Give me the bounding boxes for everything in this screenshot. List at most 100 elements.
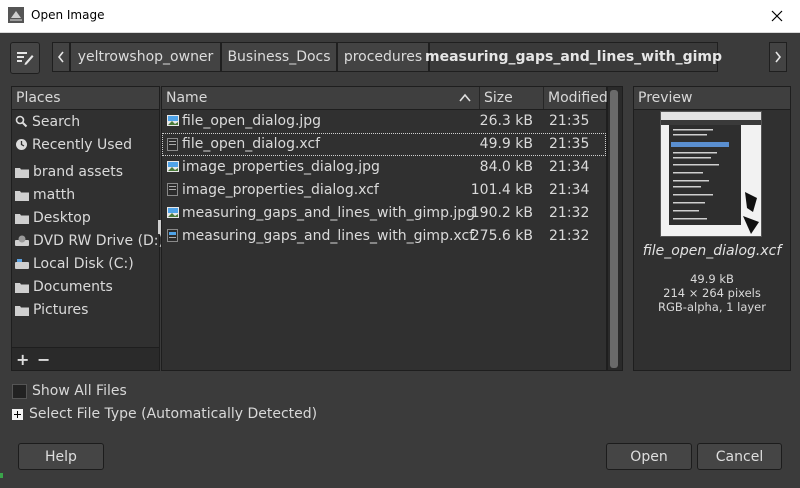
preview-dimensions: 214 × 264 pixels xyxy=(663,286,761,300)
file-modified: 21:32 xyxy=(549,205,590,221)
file-modified: 21:32 xyxy=(549,228,590,244)
place-local-disk[interactable]: Local Disk (C:) xyxy=(12,252,159,275)
file-row[interactable]: measuring_gaps_and_lines_with_gimp.jpg 1… xyxy=(162,202,606,225)
place-search[interactable]: Search xyxy=(12,110,159,133)
places-header-label: Places xyxy=(16,90,61,106)
preview-thumbnail-image xyxy=(661,112,761,236)
path-crumb-business-docs[interactable]: Business_Docs xyxy=(221,42,337,72)
file-modified: 21:35 xyxy=(549,136,590,152)
select-file-type-expander[interactable]: Select File Type (Automatically Detected… xyxy=(12,406,317,422)
file-size: 190.2 kB xyxy=(470,205,533,221)
path-crumb-label: procedures xyxy=(343,49,423,65)
expand-plus-icon[interactable] xyxy=(12,408,23,420)
file-name: measuring_gaps_and_lines_with_gimp.jpg xyxy=(182,205,476,221)
place-recently-used[interactable]: Recently Used xyxy=(12,133,159,156)
folder-icon xyxy=(15,190,29,201)
place-label: Local Disk (C:) xyxy=(33,255,134,272)
place-matth[interactable]: matth xyxy=(12,183,159,206)
place-brand-assets[interactable]: brand assets xyxy=(12,160,159,183)
hard-disk-icon xyxy=(15,258,29,269)
window-title: Open Image xyxy=(31,8,105,22)
path-crumb-label: yeltrowshop_owner xyxy=(77,49,214,65)
file-size: 49.9 kB xyxy=(479,136,533,152)
type-location-button[interactable] xyxy=(10,42,40,74)
window-edge-accent xyxy=(0,473,3,478)
cancel-button[interactable]: Cancel xyxy=(697,443,782,470)
places-panel: Places Search Recently Used brand assets… xyxy=(11,86,164,371)
place-label: matth xyxy=(33,186,76,203)
gimp-app-icon xyxy=(8,7,24,23)
file-size: 275.6 kB xyxy=(470,228,533,244)
open-button[interactable]: Open xyxy=(606,443,692,470)
checkbox-box[interactable] xyxy=(12,383,27,399)
file-name: measuring_gaps_and_lines_with_gimp.xcf xyxy=(182,228,475,244)
places-header[interactable]: Places xyxy=(12,87,159,110)
chevron-left-icon xyxy=(57,51,64,63)
file-modified: 21:34 xyxy=(549,182,590,198)
path-crumb-home[interactable]: yeltrowshop_owner xyxy=(70,42,221,72)
place-documents[interactable]: Documents xyxy=(12,275,159,298)
file-size: 84.0 kB xyxy=(479,159,533,175)
place-label: Desktop xyxy=(33,209,91,226)
path-crumb-procedures[interactable]: procedures xyxy=(337,42,429,72)
remove-bookmark-button[interactable]: − xyxy=(37,350,50,369)
sort-ascending-icon xyxy=(459,93,471,102)
place-pictures[interactable]: Pictures xyxy=(12,298,159,321)
add-bookmark-button[interactable]: + xyxy=(16,350,29,369)
path-crumb-label: measuring_gaps_and_lines_with_gimp xyxy=(425,49,722,65)
path-crumb-label: Business_Docs xyxy=(227,49,331,65)
column-size-label: Size xyxy=(484,90,513,106)
preview-color-mode: RGB-alpha, 1 layer xyxy=(658,300,766,314)
image-file-icon xyxy=(167,115,179,126)
show-all-files-label: Show All Files xyxy=(32,383,127,399)
xcf-file-icon xyxy=(167,138,178,151)
path-scroll-right-button[interactable] xyxy=(769,42,787,72)
scrollbar-thumb[interactable] xyxy=(610,90,618,368)
file-list-scrollbar[interactable] xyxy=(607,86,623,371)
preview-header: Preview xyxy=(634,87,790,110)
file-row[interactable]: measuring_gaps_and_lines_with_gimp.xcf 2… xyxy=(162,225,606,248)
place-dvd-drive[interactable]: DVD RW Drive (D:) xyxy=(12,229,164,252)
file-name: image_properties_dialog.jpg xyxy=(182,159,380,175)
place-desktop[interactable]: Desktop xyxy=(12,206,159,229)
file-row[interactable]: image_properties_dialog.xcf 101.4 kB 21:… xyxy=(162,179,606,202)
image-file-icon xyxy=(167,207,179,218)
file-modified: 21:35 xyxy=(549,113,590,129)
file-list-header: Name Size Modified xyxy=(162,87,608,110)
file-modified: 21:34 xyxy=(549,159,590,175)
column-name-label: Name xyxy=(166,90,208,106)
place-label: Pictures xyxy=(33,301,89,318)
place-label: brand assets xyxy=(33,163,123,180)
place-label: DVD RW Drive (D:) xyxy=(33,232,164,249)
edit-location-icon xyxy=(17,52,34,65)
file-name: file_open_dialog.xcf xyxy=(182,136,321,152)
file-list: Name Size Modified file_open_dialog.jpg … xyxy=(161,86,608,371)
place-label: Recently Used xyxy=(32,136,133,153)
close-icon xyxy=(771,10,783,22)
path-scroll-left-button[interactable] xyxy=(52,42,70,72)
file-name: image_properties_dialog.xcf xyxy=(182,182,379,198)
close-button[interactable] xyxy=(754,0,800,32)
column-size[interactable]: Size xyxy=(480,87,544,109)
help-button[interactable]: Help xyxy=(18,443,104,470)
column-name[interactable]: Name xyxy=(162,87,480,109)
preview-filename: file_open_dialog.xcf xyxy=(642,243,782,259)
column-modified[interactable]: Modified xyxy=(544,87,608,109)
file-size: 26.3 kB xyxy=(479,113,533,129)
optical-drive-icon xyxy=(15,235,29,246)
file-row[interactable]: file_open_dialog.jpg 26.3 kB 21:35 xyxy=(162,110,606,133)
place-label: Documents xyxy=(33,278,113,295)
select-file-type-label: Select File Type (Automatically Detected… xyxy=(29,406,318,422)
file-row-selected[interactable]: file_open_dialog.xcf 49.9 kB 21:35 xyxy=(162,133,606,156)
place-label: Search xyxy=(32,113,81,130)
folder-icon xyxy=(15,282,29,293)
chevron-right-icon xyxy=(775,51,782,63)
file-row[interactable]: image_properties_dialog.jpg 84.0 kB 21:3… xyxy=(162,156,606,179)
path-crumb-current-folder[interactable]: measuring_gaps_and_lines_with_gimp xyxy=(425,42,722,72)
show-all-files-checkbox[interactable]: Show All Files xyxy=(12,383,127,399)
file-name: file_open_dialog.jpg xyxy=(182,113,322,129)
xcf-file-icon xyxy=(167,183,178,196)
open-button-label: Open xyxy=(630,448,668,465)
places-footer: + − xyxy=(12,347,159,370)
open-image-window: Open Image yeltrowshop_owner Business_Do… xyxy=(0,0,800,488)
